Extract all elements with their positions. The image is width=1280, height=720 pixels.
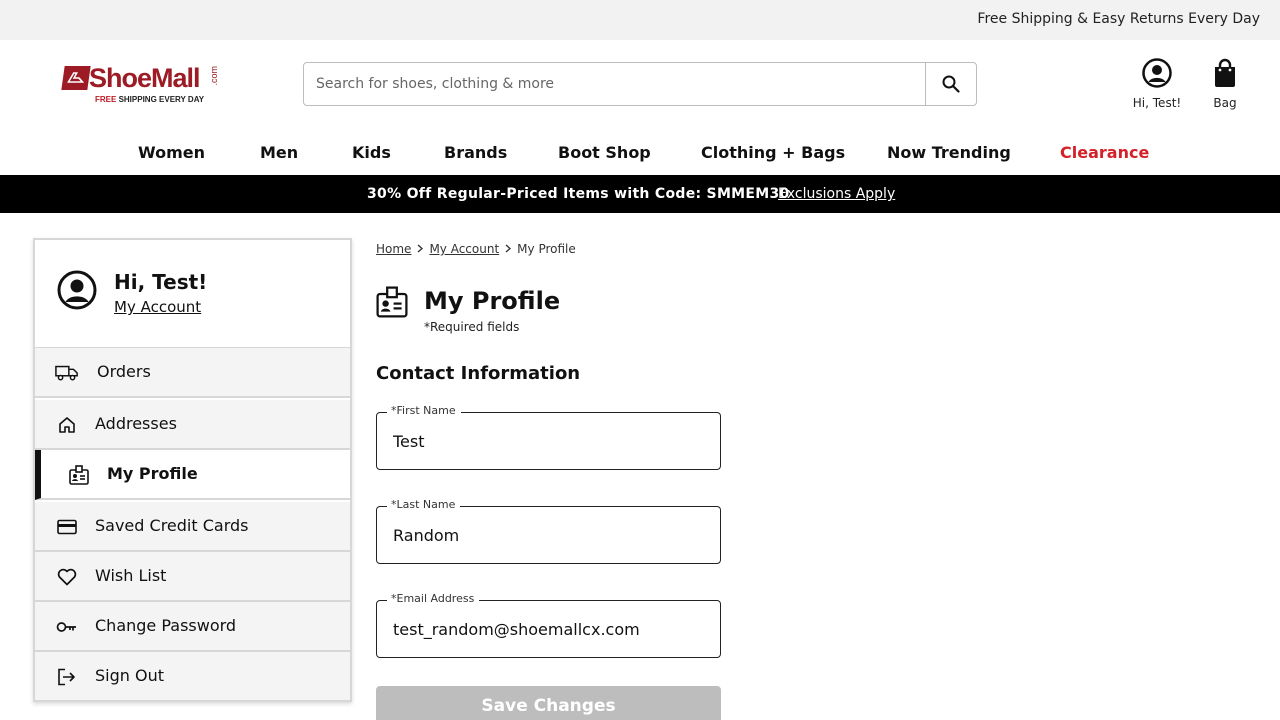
account-button[interactable]: Hi, Test! [1128, 58, 1186, 110]
sidebar-item-label: Wish List [95, 566, 167, 585]
bag-label: Bag [1213, 96, 1237, 110]
search-input[interactable] [304, 63, 926, 105]
sidebar-item-wish-list[interactable]: Wish List [35, 552, 350, 602]
breadcrumb-current: My Profile [517, 242, 576, 256]
first-name-field: *First Name [376, 404, 721, 470]
search-bar [303, 62, 977, 106]
credit-card-icon [55, 516, 79, 538]
exclusions-link[interactable]: Exclusions Apply [778, 186, 895, 202]
nav-women[interactable]: Women [138, 143, 205, 162]
breadcrumb-my-account[interactable]: My Account [429, 242, 499, 256]
top-announcement-bar: Free Shipping & Easy Returns Every Day [0, 0, 1280, 40]
logo-tag-rest: SHIPPING EVERY DAY [116, 95, 205, 104]
shipping-message: Free Shipping & Easy Returns Every Day [977, 11, 1260, 27]
sidebar-item-label: Sign Out [95, 666, 164, 685]
sidebar-item-addresses[interactable]: Addresses [35, 400, 350, 450]
logo-suffix: .com [209, 66, 219, 86]
nav-brands[interactable]: Brands [444, 143, 507, 162]
search-button[interactable] [925, 63, 976, 105]
required-fields-note: *Required fields [424, 320, 520, 334]
sidebar-item-label: Change Password [95, 616, 237, 635]
last-name-input[interactable] [377, 507, 720, 563]
user-avatar-icon [57, 270, 97, 310]
first-name-input[interactable] [377, 413, 720, 469]
id-badge-icon [67, 464, 91, 486]
breadcrumb-home[interactable]: Home [376, 242, 411, 256]
sidebar-item-orders[interactable]: Orders [35, 348, 350, 398]
sidebar-my-account-link[interactable]: My Account [114, 298, 201, 316]
logo-tag-free: FREE [95, 95, 117, 104]
key-icon [55, 616, 79, 638]
sidebar-item-label: Addresses [95, 414, 177, 433]
sidebar-item-sign-out[interactable]: Sign Out [35, 652, 350, 700]
sidebar-greeting: Hi, Test! [114, 270, 208, 294]
chevron-right-icon [505, 242, 512, 256]
user-circle-icon [1142, 58, 1172, 88]
email-input[interactable] [377, 601, 720, 657]
nav-clothing-bags[interactable]: Clothing + Bags [701, 143, 845, 162]
account-sidebar: Hi, Test! My Account Orders Addresses My… [33, 238, 352, 702]
nav-kids[interactable]: Kids [352, 143, 391, 162]
home-icon [55, 414, 79, 436]
sidebar-header: Hi, Test! My Account [35, 240, 350, 348]
promo-text: 30% Off Regular-Priced Items with Code: … [367, 186, 790, 202]
heart-icon [55, 566, 79, 588]
sidebar-item-saved-credit-cards[interactable]: Saved Credit Cards [35, 502, 350, 552]
shoemall-logo[interactable]: ShoeMall .com FREE SHIPPING EVERY DAY [61, 63, 223, 108]
breadcrumb: Home My Account My Profile [376, 242, 576, 256]
chevron-right-icon [417, 242, 424, 256]
sidebar-item-label: My Profile [107, 464, 198, 483]
sidebar-item-label: Saved Credit Cards [95, 516, 249, 535]
nav-boot-shop[interactable]: Boot Shop [558, 143, 651, 162]
shoe-logo-icon [61, 66, 91, 90]
email-field: *Email Address [376, 592, 721, 658]
bag-button[interactable]: Bag [1204, 58, 1246, 110]
sidebar-item-label: Orders [97, 362, 151, 381]
sidebar-item-change-password[interactable]: Change Password [35, 602, 350, 652]
logo-tagline: FREE SHIPPING EVERY DAY [95, 95, 204, 104]
nav-now-trending[interactable]: Now Trending [887, 143, 1011, 162]
contact-information-heading: Contact Information [376, 363, 581, 384]
main-navigation: Women Men Kids Brands Boot Shop Clothing… [0, 140, 1280, 166]
truck-icon [55, 362, 79, 384]
search-icon [942, 75, 960, 93]
promo-banner: 30% Off Regular-Priced Items with Code: … [0, 175, 1280, 213]
sidebar-item-my-profile[interactable]: My Profile [35, 450, 350, 500]
logo-name: ShoeMall [89, 63, 201, 93]
page-title: My Profile [424, 287, 561, 315]
account-label: Hi, Test! [1132, 96, 1182, 110]
last-name-field: *Last Name [376, 498, 721, 564]
id-badge-icon [376, 286, 408, 318]
save-changes-button[interactable]: Save Changes [376, 686, 721, 720]
shopping-bag-icon [1215, 58, 1235, 87]
nav-men[interactable]: Men [260, 143, 298, 162]
sign-out-icon [55, 666, 79, 688]
nav-clearance[interactable]: Clearance [1060, 143, 1149, 162]
